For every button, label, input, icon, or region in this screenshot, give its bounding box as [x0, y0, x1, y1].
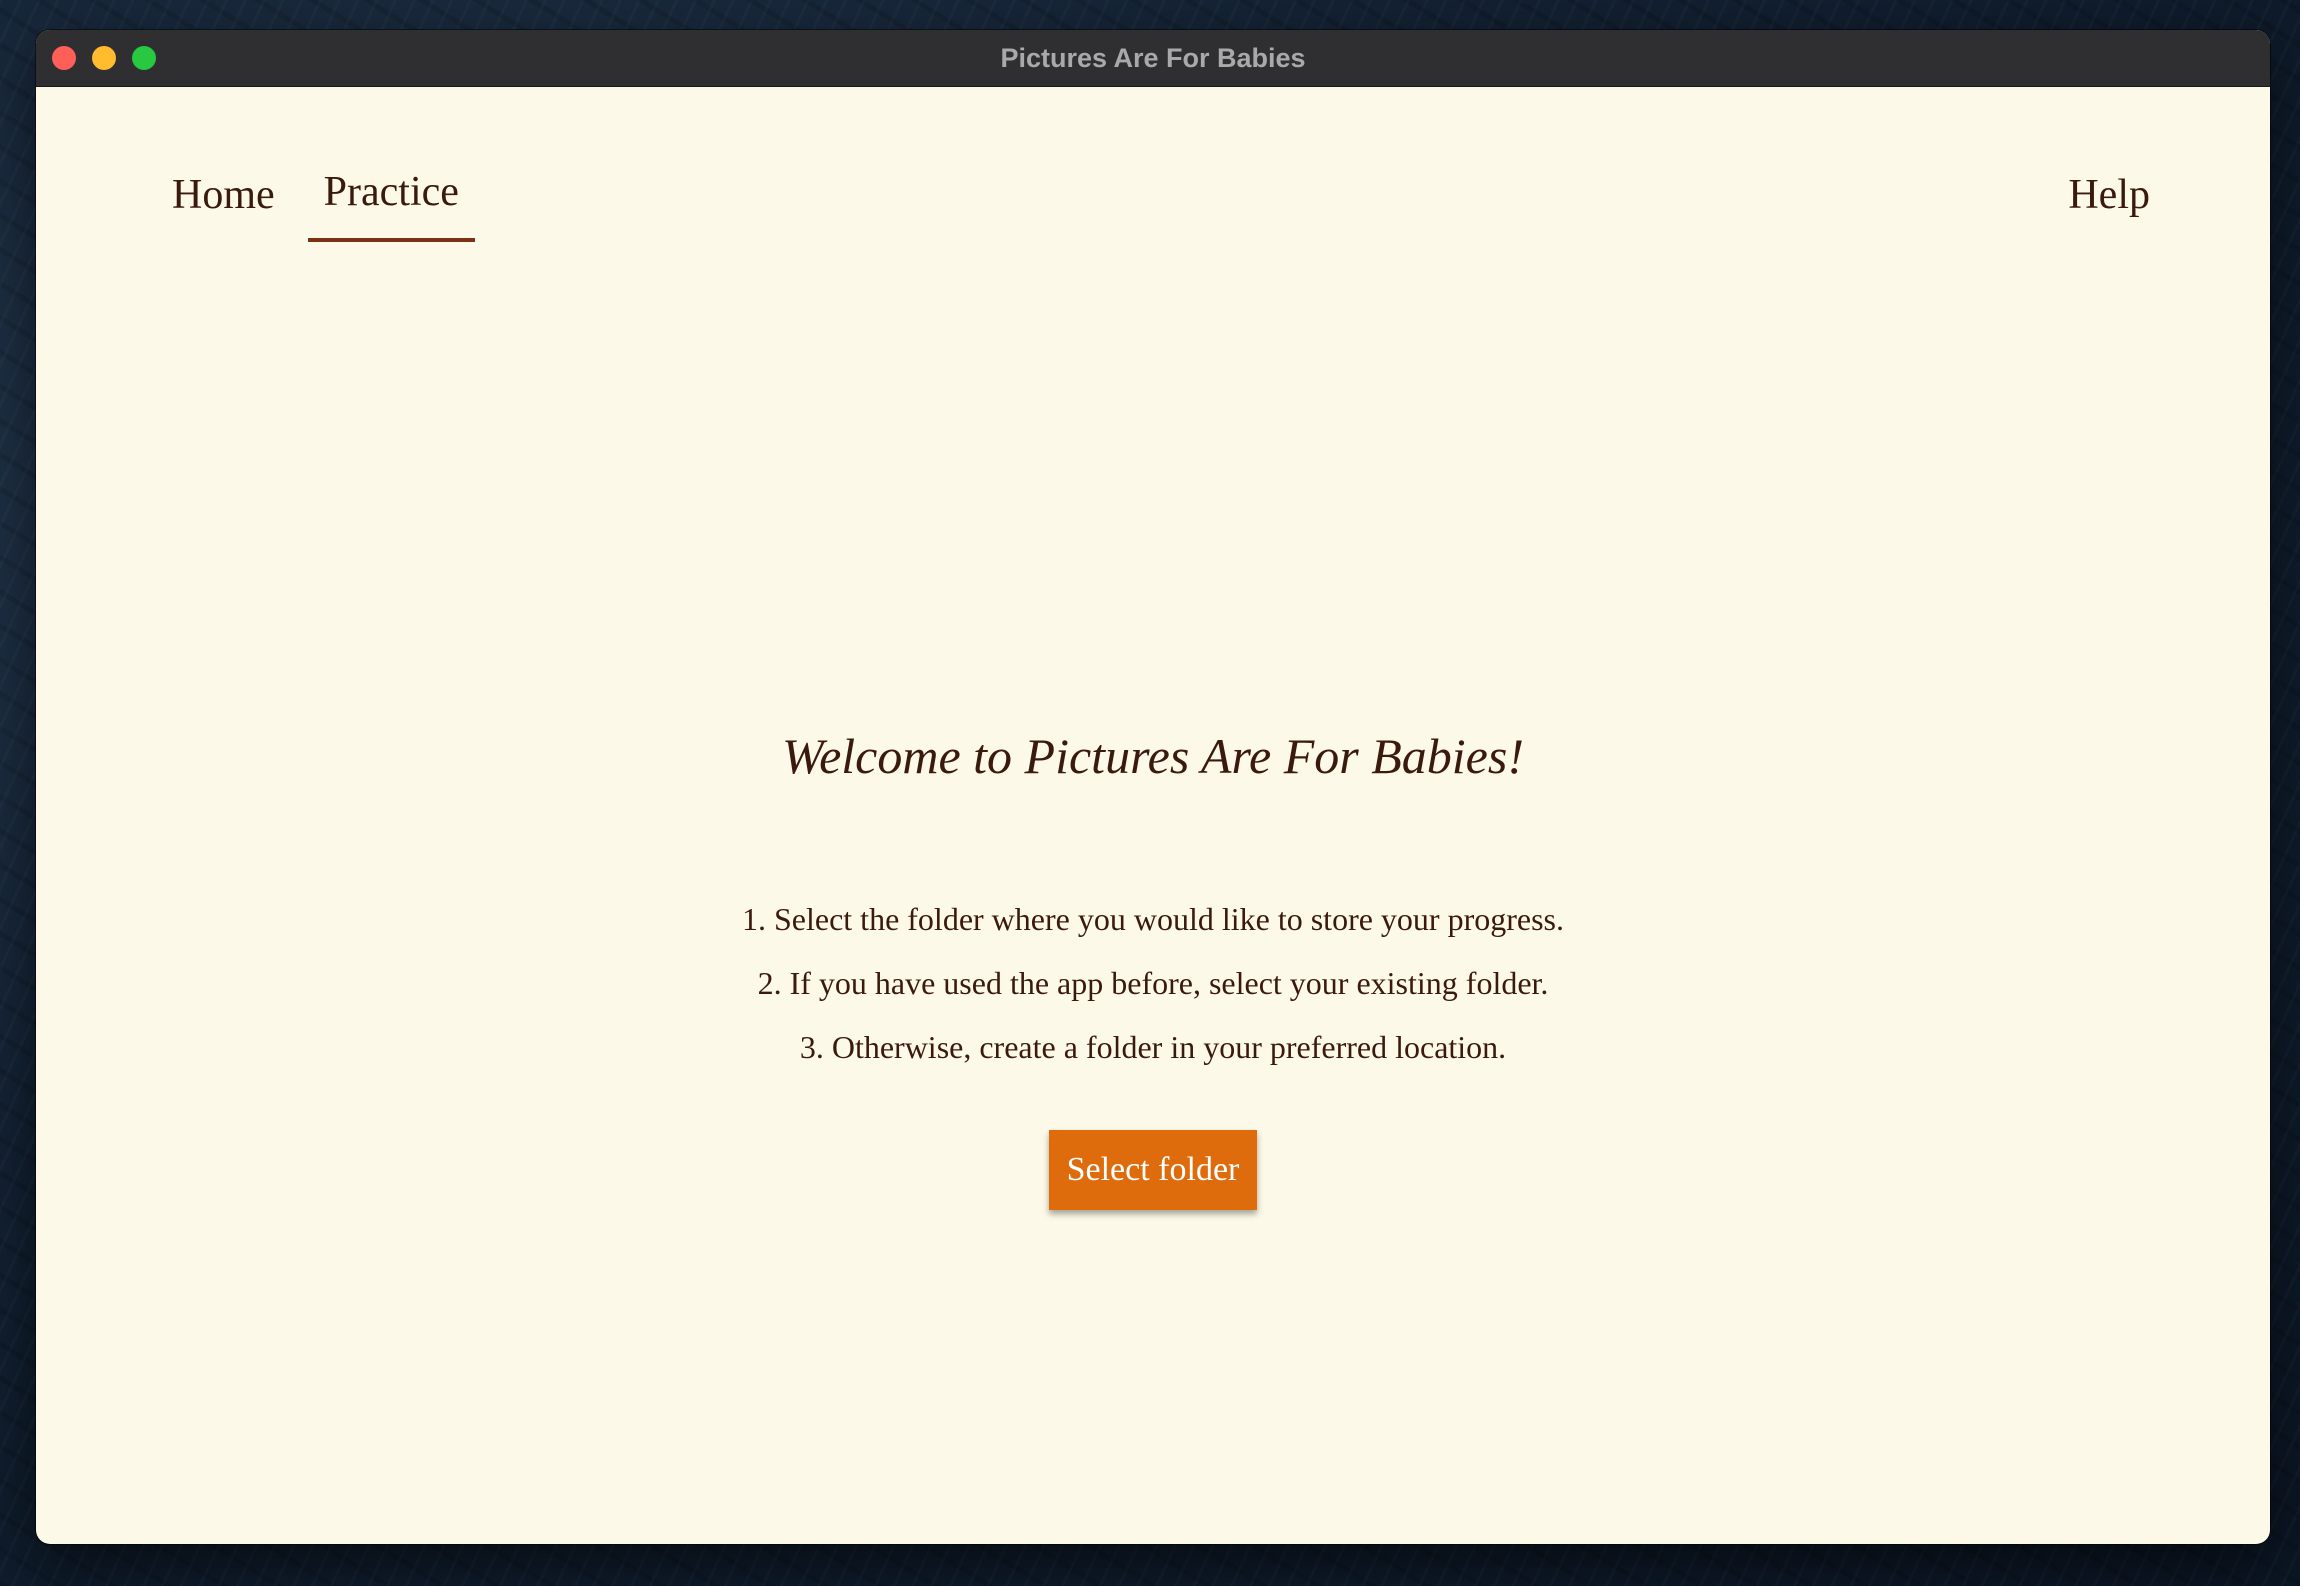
select-folder-button[interactable]: Select folder: [1049, 1130, 1257, 1210]
main-nav: Home Practice: [156, 168, 492, 242]
instruction-step: 3. Otherwise, create a folder in your pr…: [799, 1029, 1507, 1065]
instruction-list: 1. Select the folder where you would lik…: [36, 887, 2270, 1079]
tab-practice[interactable]: Practice: [307, 168, 475, 242]
instruction-step: 2. If you have used the app before, sele…: [757, 965, 1549, 1001]
app-content: Home Practice Help Welcome to Pictures A…: [36, 87, 2270, 1544]
title-bar[interactable]: Pictures Are For Babies: [36, 30, 2270, 87]
app-window: Pictures Are For Babies Home Practice He…: [36, 30, 2270, 1544]
welcome-heading: Welcome to Pictures Are For Babies!: [782, 728, 1524, 784]
window-title: Pictures Are For Babies: [1000, 43, 1306, 73]
instruction-step: 1. Select the folder where you would lik…: [741, 901, 1564, 937]
tab-home[interactable]: Home: [156, 171, 291, 241]
help-link[interactable]: Help: [2068, 171, 2150, 241]
